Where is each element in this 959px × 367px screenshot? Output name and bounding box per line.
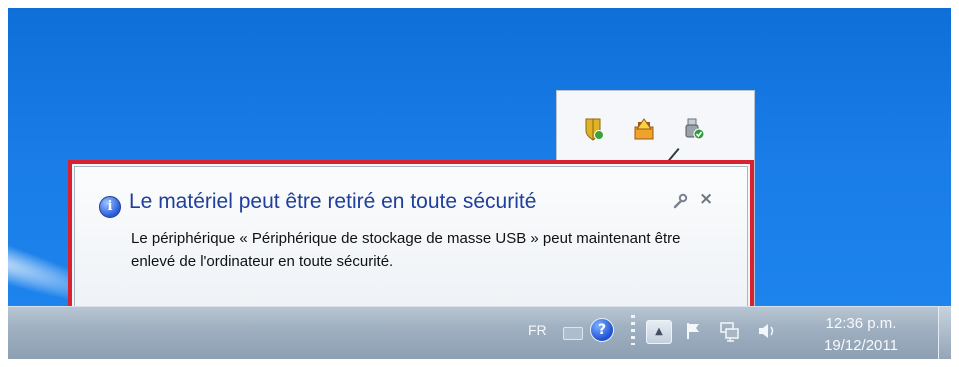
volume-icon[interactable]	[755, 320, 777, 342]
balloon-title: Le matériel peut être retiré en toute sé…	[129, 190, 537, 213]
language-indicator[interactable]: FR	[528, 322, 547, 338]
network-warning-icon[interactable]	[633, 117, 655, 141]
keyboard-icon[interactable]	[563, 327, 583, 340]
network-icon[interactable]	[718, 320, 740, 342]
show-hidden-icons-button[interactable]: ▲	[646, 320, 672, 344]
notification-balloon[interactable]: i Le matériel peut être retiré en toute …	[68, 160, 754, 319]
show-desktop-button[interactable]	[938, 307, 951, 359]
clock-time: 12:36 p.m.	[825, 315, 897, 332]
clock-date: 19/12/2011	[824, 337, 898, 354]
clock[interactable]: 12:36 p.m. 19/12/2011	[806, 313, 916, 357]
wrench-icon[interactable]	[672, 193, 688, 209]
system-tray: FR ? ▲ 12:36 p.m. 19/12/2011	[491, 307, 951, 359]
security-shield-icon[interactable]	[583, 117, 605, 141]
toolbar-grip[interactable]	[631, 315, 635, 345]
help-icon[interactable]: ?	[590, 318, 614, 342]
usb-safely-remove-icon[interactable]	[683, 117, 705, 141]
desktop: i Le matériel peut être retiré en toute …	[8, 8, 951, 359]
taskbar: FR ? ▲ 12:36 p.m. 19/12/2011	[8, 306, 951, 359]
balloon-body: i Le matériel peut être retiré en toute …	[74, 166, 748, 313]
balloon-message: Le périphérique « Périphérique de stocka…	[131, 230, 681, 270]
close-button[interactable]: ×	[699, 189, 713, 209]
action-center-flag-icon[interactable]	[684, 321, 704, 341]
info-icon: i	[99, 196, 121, 218]
